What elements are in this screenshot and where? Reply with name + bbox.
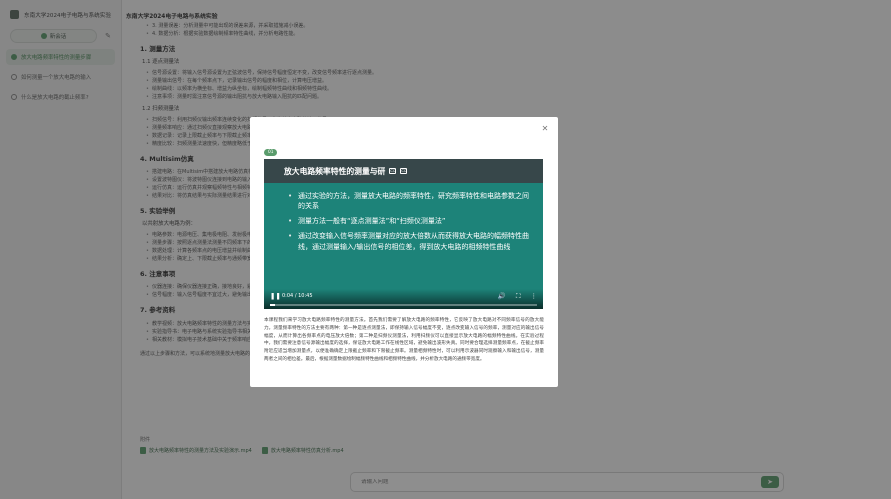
close-icon[interactable]: ✕ — [540, 124, 550, 134]
video-bullet: 通过改变输入信号频率测量对应的放大倍数从而获得放大电路的幅频特性曲线，通过测量输… — [288, 231, 532, 251]
video-time: 0:04 / 10:45 — [282, 293, 313, 299]
video-title-bar: 放大电路频率特性的测量与研 CC CC — [264, 159, 543, 183]
video-index-badge: 01 — [264, 149, 278, 156]
caption-settings-icon: CC — [400, 168, 408, 174]
fullscreen-icon[interactable]: ⛶ — [516, 292, 521, 301]
video-player[interactable]: 放大电路频率特性的测量与研 CC CC 通过实验的方法，测量放大电路的频率特性，… — [264, 159, 543, 309]
volume-icon[interactable]: 🔊 — [498, 292, 506, 301]
video-controls: ❚❚ 0:04 / 10:45 🔊 ⛶ ⋮ — [264, 289, 543, 309]
video-progress-bar[interactable] — [270, 304, 537, 306]
video-transcript: 本课程我们来学习放大电路频率特性的测量方法。首先我们需要了解放大电路的频率特性，… — [264, 318, 544, 362]
video-bullet: 测量方法一般有“逐点测量法”和“扫频仪测量法” — [288, 216, 532, 226]
more-options-icon[interactable]: ⋮ — [531, 292, 538, 301]
pause-icon[interactable]: ❚❚ — [270, 292, 281, 300]
video-slide-title: 放大电路频率特性的测量与研 — [284, 166, 386, 176]
video-modal: ✕ 01 放大电路频率特性的测量与研 CC CC 通过实验的方法，测量放大电路的… — [250, 117, 558, 387]
video-progress-fill — [270, 304, 276, 306]
video-slide-bullets: 通过实验的方法，测量放大电路的频率特性，研究频率特性和电路参数之间的关系测量方法… — [288, 191, 532, 257]
video-bullet: 通过实验的方法，测量放大电路的频率特性，研究频率特性和电路参数之间的关系 — [288, 191, 532, 211]
caption-icon: CC — [389, 168, 397, 174]
